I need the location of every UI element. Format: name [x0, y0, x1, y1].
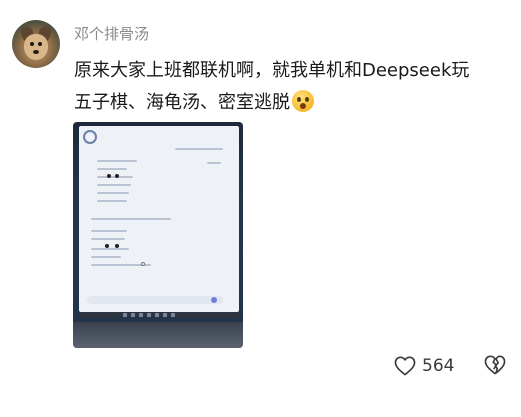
broken-heart-icon[interactable] — [484, 355, 506, 375]
deepseek-logo-icon — [83, 130, 97, 144]
taskbar — [79, 312, 239, 318]
avatar-eye — [38, 42, 42, 46]
post-content: 原来大家上班都联机啊，就我单机和Deepseek玩 五子棋、海龟汤、密室逃脱 — [74, 55, 514, 119]
send-icon — [211, 297, 217, 303]
monitor-screen — [79, 126, 239, 312]
avatar-nose — [33, 50, 39, 54]
post-text-line-2-text: 五子棋、海龟汤、密室逃脱 — [74, 92, 290, 113]
zany-face-emoji — [292, 90, 314, 112]
desk — [73, 322, 243, 348]
like-count: 564 — [422, 356, 455, 376]
chat-input — [87, 296, 223, 304]
like-button[interactable]: 564 — [394, 354, 454, 378]
post-image[interactable] — [73, 122, 243, 348]
heart-icon — [394, 356, 416, 376]
avatar-face — [24, 34, 48, 60]
avatar-eye — [30, 42, 34, 46]
avatar[interactable] — [12, 20, 60, 68]
post-text-line-2: 五子棋、海龟汤、密室逃脱 — [74, 87, 514, 119]
post-text-line-1: 原来大家上班都联机啊，就我单机和Deepseek玩 — [74, 60, 470, 81]
username[interactable]: 邓个排骨汤 — [74, 23, 149, 44]
